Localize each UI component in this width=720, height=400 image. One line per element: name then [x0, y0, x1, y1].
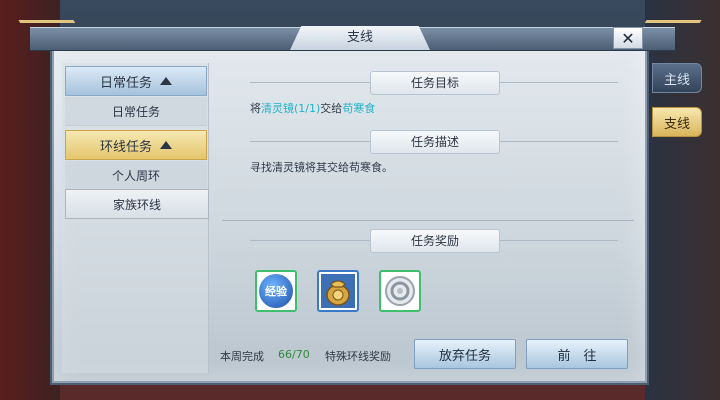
sub-item-family-loop[interactable]: 家族环线: [65, 189, 209, 219]
reward-slot-exp[interactable]: 经验: [255, 270, 297, 312]
sub-item-family-loop-label: 家族环线: [112, 197, 161, 212]
goal-header: 任务目标: [370, 71, 500, 95]
divider: [498, 141, 618, 142]
goal-mid: 交给: [320, 102, 343, 115]
tab-side-quest[interactable]: 支线: [652, 107, 702, 137]
sub-item-daily-label: 日常任务: [111, 104, 160, 119]
close-button[interactable]: ✕: [613, 27, 643, 49]
close-icon: ✕: [621, 28, 635, 48]
tab-main-quest[interactable]: 主线: [652, 63, 702, 93]
go-button[interactable]: 前 往: [526, 339, 628, 369]
collapse-arrow-icon: [160, 77, 172, 85]
weekly-count: 66/70: [278, 348, 310, 361]
go-label: 前 往: [557, 348, 597, 364]
sub-item-personal-weekly-label: 个人周环: [111, 168, 160, 183]
divider: [498, 82, 618, 83]
reward-slot-pouch[interactable]: [317, 270, 359, 312]
divider: [250, 141, 370, 142]
category-loop[interactable]: 环线任务: [65, 130, 207, 160]
window-title: 支线: [290, 26, 430, 50]
divider: [250, 240, 370, 241]
pouch-icon: [321, 274, 355, 308]
weekly-label: 本周完成: [220, 350, 264, 363]
desc-text: 寻找清灵镜将其交给苟寒食。: [250, 161, 393, 174]
tab-main-quest-label: 主线: [663, 72, 690, 88]
bonus-label: 特殊环线奖励: [325, 350, 391, 363]
exp-icon: 经验: [259, 274, 293, 308]
sub-item-personal-weekly[interactable]: 个人周环: [65, 161, 207, 190]
background-right: [645, 0, 720, 400]
sub-item-daily[interactable]: 日常任务: [65, 97, 207, 126]
collapse-arrow-icon: [160, 141, 172, 149]
abandon-quest-label: 放弃任务: [438, 348, 491, 364]
category-loop-label: 环线任务: [99, 139, 152, 155]
section-divider: [222, 220, 634, 221]
reward-header: 任务奖励: [370, 229, 500, 253]
background-left: [0, 0, 60, 400]
divider: [498, 240, 618, 241]
goal-text: 将清灵镜(1/1)交给苟寒食: [250, 100, 375, 116]
goal-npc-link[interactable]: 苟寒食: [342, 102, 375, 115]
category-daily[interactable]: 日常任务: [65, 66, 207, 96]
goal-prefix: 将: [250, 102, 261, 115]
divider: [250, 82, 370, 83]
tab-side-quest-label: 支线: [663, 116, 690, 132]
silver-coin-icon: [385, 276, 415, 306]
goal-item-link[interactable]: 清灵镜(1/1): [261, 102, 320, 115]
abandon-quest-button[interactable]: 放弃任务: [414, 339, 516, 369]
exp-icon-label: 经验: [265, 285, 287, 298]
reward-slot-coin[interactable]: [379, 270, 421, 312]
category-daily-label: 日常任务: [99, 75, 152, 91]
desc-header: 任务描述: [370, 130, 500, 154]
